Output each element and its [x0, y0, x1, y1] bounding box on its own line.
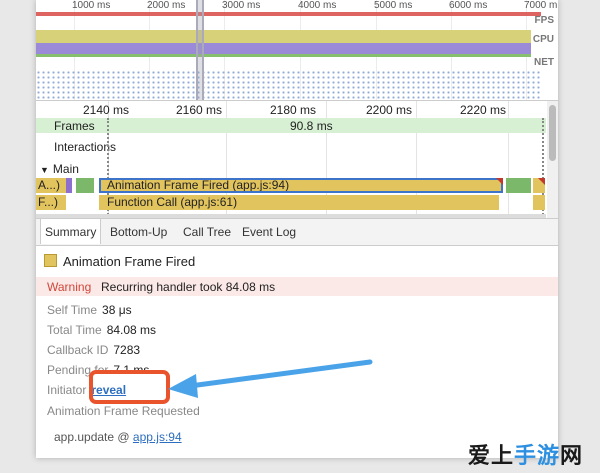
event-label: F...): [38, 195, 58, 209]
event-label: A...): [38, 178, 61, 192]
timeline-overview[interactable]: 1000 ms 2000 ms 3000 ms 4000 ms 5000 ms …: [36, 0, 558, 100]
flame-tick: 2200 ms: [366, 103, 413, 117]
watermark-part2: 手游: [514, 444, 561, 469]
stack-source-link[interactable]: app.js:94: [133, 430, 182, 444]
selection-left-handle[interactable]: [196, 0, 198, 100]
event-bar[interactable]: [66, 178, 72, 193]
event-bar[interactable]: F...): [36, 195, 66, 210]
event-label: Animation Frame Fired (app.js:94): [107, 178, 290, 192]
watermark-part1: 爱上: [468, 444, 515, 469]
flame-chart[interactable]: 2140 ms 2160 ms 2180 ms 2200 ms 2220 ms …: [36, 100, 558, 219]
fps-lane: [36, 12, 541, 16]
self-time-key: Self Time: [47, 303, 98, 317]
event-title: Animation Frame Fired: [44, 254, 195, 269]
self-time-value: 38 μs: [102, 303, 132, 317]
selected-event-animation-frame-fired[interactable]: Animation Frame Fired (app.js:94): [99, 178, 503, 193]
callback-id-key: Callback ID: [47, 343, 109, 357]
details-tabbar: Summary Bottom-Up Call Tree Event Log: [36, 218, 558, 246]
warning-row: Warning Recurring handler took 84.08 ms: [36, 277, 558, 296]
event-label: Function Call (app.js:61): [107, 195, 238, 209]
overview-tick: 2000 ms: [147, 0, 186, 11]
flame-tick: 2180 ms: [270, 103, 317, 117]
overview-tick: 7000 m: [524, 0, 558, 11]
cpu-painting-area: [36, 54, 531, 57]
summary-details: Animation Frame Fired Warning Recurring …: [36, 245, 558, 458]
tab-call-tree[interactable]: Call Tree: [183, 225, 231, 239]
warning-value: Recurring handler took 84.08 ms: [101, 280, 276, 294]
callback-id-row: Callback ID 7283: [47, 343, 140, 357]
event-title-text: Animation Frame Fired: [63, 254, 196, 269]
tab-event-log[interactable]: Event Log: [242, 225, 296, 239]
frames-track[interactable]: Frames 90.8 ms: [36, 118, 546, 133]
network-lane: [36, 70, 541, 100]
overview-tick: 6000 ms: [449, 0, 488, 11]
net-label: NET: [534, 57, 554, 68]
total-time-key: Total Time: [47, 323, 102, 337]
overview-tick: 4000 ms: [298, 0, 337, 11]
stack-trace-row: app.update @ app.js:94: [54, 430, 182, 444]
event-bar[interactable]: [533, 178, 545, 193]
warning-corner-icon: [538, 178, 545, 185]
cpu-lane: [36, 30, 531, 57]
annotation-highlight-box: [89, 370, 170, 404]
callback-id-value: 7283: [113, 343, 141, 357]
flame-tick: 2160 ms: [176, 103, 223, 117]
event-bar[interactable]: [506, 178, 531, 193]
event-bar[interactable]: A...): [36, 178, 66, 193]
main-thread-header[interactable]: ▼ Main: [40, 162, 79, 176]
requested-label: Animation Frame Requested: [47, 404, 200, 418]
devtools-performance-panel: 1000 ms 2000 ms 3000 ms 4000 ms 5000 ms …: [36, 0, 558, 458]
warning-corner-icon: [496, 178, 503, 185]
cpu-scripting-area: [36, 30, 531, 43]
frame-duration: 90.8 ms: [290, 119, 333, 133]
initiator-key: Initiator: [47, 383, 87, 397]
flame-tick: 2140 ms: [83, 103, 130, 117]
total-time-row: Total Time 84.08 ms: [47, 323, 156, 337]
selection-right-handle[interactable]: [202, 0, 204, 100]
watermark-part3: 网: [560, 444, 584, 469]
expand-triangle-icon[interactable]: ▼: [40, 165, 49, 175]
event-color-swatch: [44, 254, 57, 267]
flame-scrollbar-thumb[interactable]: [549, 105, 556, 161]
warning-key: Warning: [47, 280, 92, 294]
flame-ruler: 2140 ms 2160 ms 2180 ms 2200 ms 2220 ms: [36, 101, 546, 117]
frames-label: Frames: [54, 119, 95, 133]
overview-tick: 3000 ms: [222, 0, 261, 11]
stack-function: app.update @: [54, 430, 130, 444]
event-function-call[interactable]: Function Call (app.js:61): [99, 195, 499, 210]
tab-summary[interactable]: Summary: [40, 219, 102, 244]
event-bar[interactable]: [533, 195, 545, 210]
main-label: Main: [52, 162, 79, 176]
site-watermark: 爱上手游网: [468, 438, 583, 470]
flame-tick: 2220 ms: [460, 103, 507, 117]
cpu-label: CPU: [532, 34, 554, 45]
overview-tick: 5000 ms: [374, 0, 413, 11]
event-bar[interactable]: [76, 178, 94, 193]
self-time-row: Self Time 38 μs: [47, 303, 132, 317]
overview-tick: 1000 ms: [72, 0, 111, 11]
fps-label: FPS: [534, 15, 554, 26]
tab-bottom-up[interactable]: Bottom-Up: [110, 225, 167, 239]
total-time-value: 84.08 ms: [106, 323, 157, 337]
